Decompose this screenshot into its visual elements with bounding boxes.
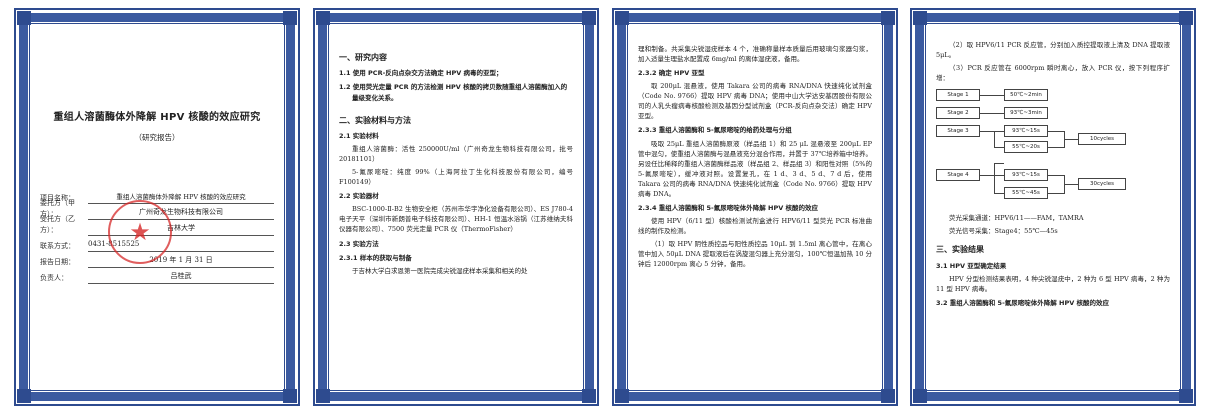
info-row: 负责人： 吕桂武 — [40, 268, 274, 285]
connector-line — [1048, 147, 1064, 149]
step-box: 50℃~2min — [1004, 89, 1048, 102]
connector-line — [994, 131, 995, 148]
step-box: 93℃~15s — [1004, 125, 1048, 138]
paragraph: 重组人溶菌酶：活性 250000U/ml（广州奇龙生物科技有限公司，批号 201… — [339, 145, 573, 164]
pcr-program-diagram: Stage 1 Stage 2 Stage 3 Stage 4 50℃~2min… — [936, 87, 1170, 207]
subsection-heading: 3.1 HPV 亚型确定结果 — [936, 261, 1007, 270]
subsection-heading: 1.2 使用荧光定量 PCR 的方法检测 HPV 核酸的拷贝数随重组人溶菌酶加入… — [339, 83, 568, 102]
paragraph: 5-氟尿嘧啶：纯度 99%（上海阿拉丁生化科技股份有限公司，编号 F100149… — [339, 168, 573, 187]
report-page-2: 一、研究内容 1.1 使用 PCR-反向点杂交方法确定 HPV 病毒的亚型； 1… — [313, 8, 599, 406]
connector-line — [980, 175, 1004, 177]
info-key: 负责人： — [40, 274, 68, 283]
paragraph: （3）PCR 反应管在 6000rpm 瞬时离心，放入 PCR 仪，按下列程序扩… — [936, 64, 1170, 83]
info-value: 吕桂武 — [88, 271, 274, 285]
subsection-heading: 3.2 重组人溶菌酶和 5-氟尿嘧啶体外降解 HPV 核酸的效应 — [936, 298, 1110, 307]
connector-line — [1064, 139, 1078, 141]
subsection-heading: 1.1 使用 PCR-反向点杂交方法确定 HPV 病毒的亚型； — [339, 69, 503, 78]
subsection-heading: 2.1 实验材料 — [339, 131, 379, 140]
paragraph: 荧光采集通道：HPV6/11——FAM，TAMRA — [949, 214, 1084, 223]
subsection-heading: 2.3.4 重组人溶菌酶和 5-氟尿嘧啶体外降解 HPV 核酸的效应 — [638, 203, 819, 212]
paragraph: 取 200μL 混悬液，使用 Takara 公司的病毒 RNA/DNA 快速纯化… — [638, 82, 872, 121]
stage-box: Stage 1 — [936, 89, 980, 102]
subsection-heading: 2.3.1 样本的获取与制备 — [339, 253, 412, 262]
paragraph: （2）取 HPV6/11 PCR 反应管，分别加入质控提取液上清及 DNA 提取… — [936, 41, 1170, 60]
stage-box: Stage 3 — [936, 125, 980, 138]
report-page-4: （2）取 HPV6/11 PCR 反应管，分别加入质控提取液上清及 DNA 提取… — [910, 8, 1196, 406]
paragraph: 吸取 25μL 重组人溶菌酶原液（样品组 1）和 25 μL 混悬液至 200μ… — [638, 139, 872, 198]
cycle-box: 30cycles — [1078, 178, 1126, 191]
section-heading: 一、研究内容 — [339, 53, 387, 62]
step-box: 55℃~45s — [1004, 187, 1048, 200]
info-key: 联系方式： — [40, 242, 75, 251]
stage-box: Stage 4 — [936, 169, 980, 182]
report-subtitle: （研究报告） — [134, 132, 180, 142]
paragraph: 使用 HPV（6/11 型）核酸检测试剂盒进行 HPV6/11 型荧光 PCR … — [638, 216, 872, 235]
connector-line — [1064, 184, 1078, 186]
connector-line — [980, 95, 1004, 97]
subsection-heading: 2.3.2 确定 HPV 亚型 — [638, 69, 705, 78]
subsection-heading: 2.3 实验方法 — [339, 239, 379, 248]
step-box: 93℃~3min — [1004, 107, 1048, 120]
connector-line — [994, 147, 1004, 149]
connector-line — [1048, 193, 1064, 195]
step-box: 55℃~20s — [1004, 141, 1048, 154]
connector-line — [1048, 175, 1064, 177]
section-heading: 三、实验结果 — [936, 245, 984, 255]
connector-line — [980, 113, 1004, 115]
subsection-heading: 2.2 实验器材 — [339, 192, 379, 201]
subsection-heading: 2.3.3 重组人溶菌酶和 5-氟尿嘧啶的给药处理与分组 — [638, 126, 792, 135]
paragraph: HPV 分型检测结果表明，4 种尖锐湿疣中，2 种为 6 型 HPV 病毒，2 … — [936, 274, 1170, 293]
connector-line — [980, 131, 1004, 133]
paragraph: （1）取 HPV 阴性质控品与阳性质控品 10μL 到 1.5ml 离心管中，在… — [638, 240, 872, 269]
report-page-cover: 重组人溶菌酶体外降解 HPV 核酸的效应研究 （研究报告） 项目名称： 重组人溶… — [14, 8, 300, 406]
connector-line — [994, 163, 1004, 165]
cycle-box: 10cycles — [1078, 133, 1126, 146]
official-seal-icon: ★ — [108, 200, 172, 264]
connector-line — [994, 163, 995, 194]
paragraph: 理和制备。共采集尖锐湿疣样本 4 个，准确称量样本质量后用玻璃匀浆器匀浆，加入适… — [638, 45, 872, 64]
paragraph: 荧光信号采集：Stage4：55℃—45s — [949, 227, 1058, 236]
step-box: 93℃~15s — [1004, 169, 1048, 182]
connector-line — [994, 193, 1004, 195]
paragraph: BSC-1000-Ⅱ-B2 生物安全柜（苏州市华宇净化设备有限公司）、ES J7… — [339, 205, 573, 234]
info-value: 重组人溶菌酶体外降解 HPV 核酸的效应研究 — [88, 192, 274, 205]
stage-box: Stage 2 — [936, 107, 980, 120]
section-heading: 二、实验材料与方法 — [339, 115, 411, 125]
report-title: 重组人溶菌酶体外降解 HPV 核酸的效应研究 — [53, 112, 261, 123]
info-key: 受托方（乙方）： — [40, 215, 75, 235]
paragraph: 于吉林大学白求恩第一医院完成尖锐湿疣样本采集和相关的处 — [352, 266, 528, 275]
info-value: 2019 年 1 月 31 日 — [88, 255, 274, 269]
info-key: 报告日期： — [40, 258, 75, 267]
report-page-3: 理和制备。共采集尖锐湿疣样本 4 个，准确称量样本质量后用玻璃匀浆器匀浆，加入适… — [612, 8, 898, 406]
connector-line — [1048, 131, 1064, 133]
